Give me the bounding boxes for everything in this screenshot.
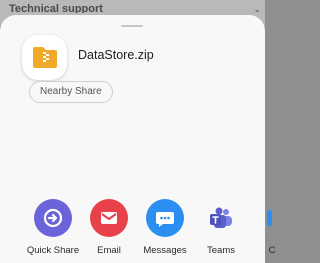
app-label: C: [268, 245, 276, 256]
share-app-email[interactable]: Email: [81, 199, 137, 256]
drag-handle[interactable]: [121, 25, 143, 27]
share-app-quick-share[interactable]: Quick Share: [25, 199, 81, 256]
app-share-row: Quick Share Email Messages Teams C: [0, 199, 275, 263]
share-app-messages[interactable]: Messages: [137, 199, 193, 256]
share-app-partial[interactable]: C: [244, 199, 300, 256]
chevron-down-icon: ⌄: [253, 4, 261, 14]
nearby-share-button[interactable]: Nearby Share: [29, 81, 113, 103]
quick-share-icon: [34, 199, 72, 237]
app-label: Quick Share: [26, 245, 80, 256]
app-icon: [253, 199, 291, 237]
share-sheet: DataStore.zip Nearby Share Quick Share E…: [0, 15, 275, 263]
background-title: Technical support: [9, 3, 103, 13]
app-label: Email: [97, 245, 121, 256]
app-label: Messages: [143, 245, 187, 256]
messages-icon: [146, 199, 184, 237]
file-name: DataStore.zip: [78, 48, 154, 62]
teams-icon: [202, 199, 240, 237]
email-icon: [90, 199, 128, 237]
share-app-teams[interactable]: Teams: [193, 199, 249, 256]
zip-folder-icon: [22, 35, 67, 80]
app-label: Teams: [207, 245, 235, 256]
